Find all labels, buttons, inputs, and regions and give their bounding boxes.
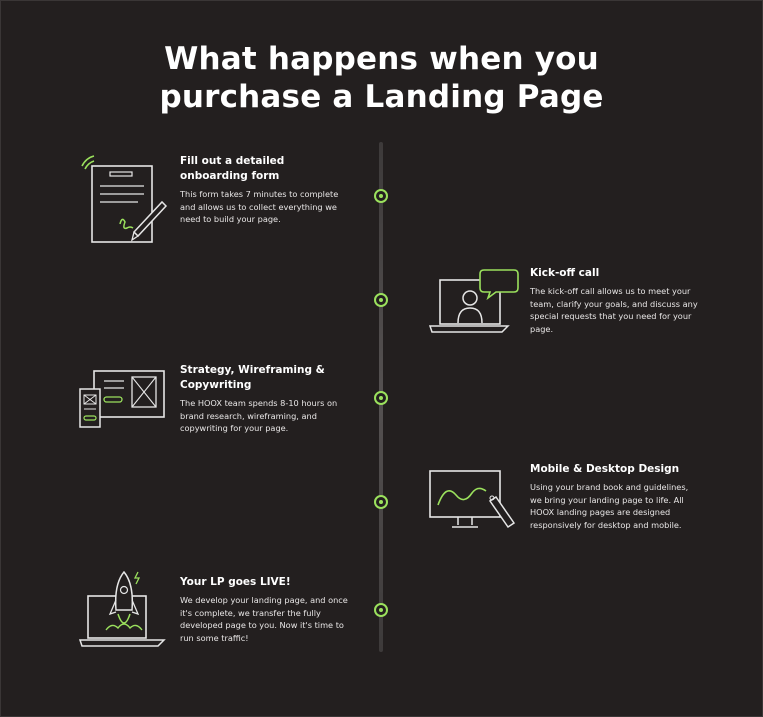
step-live: Your LP goes LIVE! We develop your landi… xyxy=(180,575,350,644)
timeline-node-2 xyxy=(374,293,388,307)
step-live-heading: Your LP goes LIVE! xyxy=(180,576,291,588)
page-title: What happens when you purchase a Landing… xyxy=(0,40,763,116)
step-kickoff: Kick-off call The kick-off call allows u… xyxy=(530,266,700,335)
timeline-node-3 xyxy=(374,391,388,405)
step-strategy: Strategy, Wireframing & Copywriting The … xyxy=(180,363,350,435)
step-onboarding-heading: Fill out a detailed onboarding form xyxy=(180,155,285,182)
form-signature-icon xyxy=(78,152,170,248)
laptop-video-call-icon xyxy=(428,268,520,336)
step-strategy-body: The HOOX team spends 8-10 hours on brand… xyxy=(180,398,338,434)
step-design: Mobile & Desktop Design Using your brand… xyxy=(530,462,700,531)
page-title-line-2: purchase a Landing Page xyxy=(159,79,604,115)
monitor-pen-icon xyxy=(428,469,520,535)
step-kickoff-heading: Kick-off call xyxy=(530,267,600,279)
timeline-node-4 xyxy=(374,495,388,509)
step-kickoff-body: The kick-off call allows us to meet your… xyxy=(530,286,698,334)
laptop-rocket-icon xyxy=(78,570,168,652)
timeline-node-5 xyxy=(374,603,388,617)
timeline-node-1 xyxy=(374,189,388,203)
wireframe-icon xyxy=(78,369,168,429)
step-design-heading: Mobile & Desktop Design xyxy=(530,463,680,475)
step-design-body: Using your brand book and guidelines, we… xyxy=(530,482,689,530)
step-onboarding: Fill out a detailed onboarding form This… xyxy=(180,154,350,226)
step-live-body: We develop your landing page, and once i… xyxy=(180,595,348,643)
page-title-line-1: What happens when you xyxy=(164,41,599,77)
step-onboarding-body: This form takes 7 minutes to complete an… xyxy=(180,189,339,225)
step-strategy-heading: Strategy, Wireframing & Copywriting xyxy=(180,364,325,391)
